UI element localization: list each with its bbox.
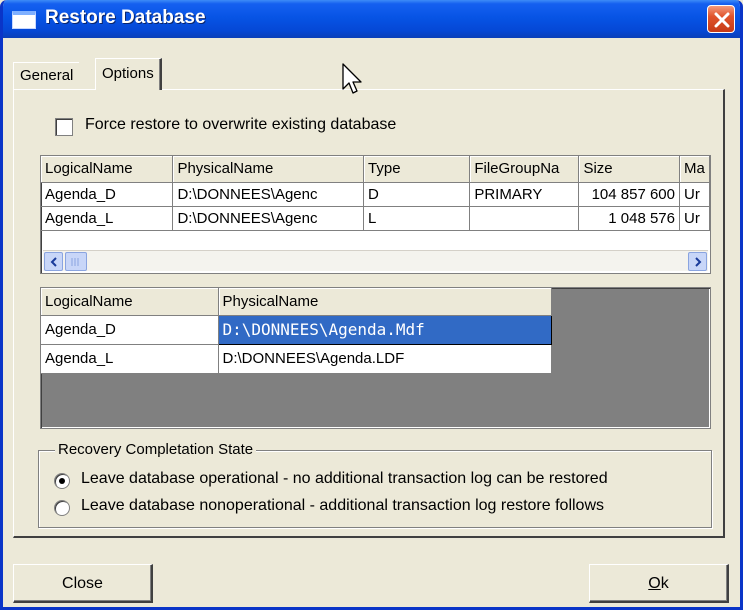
ok-hotkey-letter: O: [648, 575, 661, 592]
window-title: Restore Database: [45, 7, 206, 28]
tab-general[interactable]: General: [13, 62, 80, 89]
recovery-state-group: Recovery Completation State Leave databa…: [38, 441, 712, 528]
close-button[interactable]: Close: [13, 564, 153, 603]
horizontal-scrollbar[interactable]: [43, 250, 708, 271]
recovery-state-legend: Recovery Completation State: [55, 441, 257, 458]
arrow-left-icon: [50, 257, 57, 267]
force-restore-checkbox[interactable]: [55, 118, 73, 136]
table-cell[interactable]: L: [363, 206, 471, 231]
table-row[interactable]: Agenda_L D:\DONNEES\Agenda.LDF: [41, 344, 552, 374]
column-header[interactable]: PhysicalName: [218, 288, 552, 316]
scroll-left-button[interactable]: [44, 252, 63, 271]
table-cell[interactable]: Agenda_L: [41, 344, 219, 374]
table-row[interactable]: Agenda_L D:\DONNEES\Agenc L 1 048 576 Ur: [41, 206, 710, 231]
database-files-grid[interactable]: LogicalName PhysicalName Type FileGroupN…: [40, 155, 711, 274]
column-header[interactable]: FileGroupNa: [469, 156, 580, 183]
table-header-row: LogicalName PhysicalName: [41, 288, 552, 316]
radio-nonoperational-label: Leave database nonoperational - addition…: [81, 497, 605, 514]
table-cell[interactable]: Ur: [679, 206, 710, 231]
table-cell[interactable]: Agenda_D: [41, 182, 174, 207]
close-window-button[interactable]: [707, 5, 735, 33]
table-cell[interactable]: D:\DONNEES\Agenc: [172, 182, 365, 207]
table-cell[interactable]: Agenda_L: [41, 206, 174, 231]
column-header[interactable]: LogicalName: [41, 288, 219, 316]
column-header[interactable]: PhysicalName: [172, 156, 365, 183]
column-header[interactable]: Type: [363, 156, 471, 183]
table-cell[interactable]: D:\DONNEES\Agenda.LDF: [218, 344, 552, 374]
ok-button[interactable]: Ok: [589, 564, 729, 603]
physical-name-edit-cell[interactable]: D:\DONNEES\Agenda.Mdf: [217, 314, 552, 345]
radio-operational-label: Leave database operational - no addition…: [81, 470, 608, 487]
tab-options[interactable]: Options: [95, 58, 162, 90]
close-icon: [714, 12, 730, 28]
file-mapping-grid[interactable]: LogicalName PhysicalName Agenda_D D:\DON…: [40, 287, 711, 429]
table-cell[interactable]: 1 048 576: [578, 206, 680, 231]
force-restore-label: Force restore to overwrite existing data…: [85, 116, 397, 133]
window-icon: [12, 11, 36, 29]
table-header-row: LogicalName PhysicalName Type FileGroupN…: [41, 156, 710, 183]
database-files-table: LogicalName PhysicalName Type FileGroupN…: [41, 156, 710, 231]
radio-nonoperational[interactable]: [54, 500, 70, 516]
ok-label-rest: k: [660, 575, 669, 592]
grip-icon: [71, 258, 79, 266]
scrollbar-thumb[interactable]: [65, 252, 87, 271]
table-cell[interactable]: Ur: [679, 182, 710, 207]
column-header[interactable]: Ma: [679, 156, 710, 183]
table-row[interactable]: Agenda_D D:\DONNEES\Agenda.Mdf: [41, 314, 552, 345]
table-cell[interactable]: D:\DONNEES\Agenc: [172, 206, 365, 231]
table-cell[interactable]: D: [363, 182, 471, 207]
table-row[interactable]: Agenda_D D:\DONNEES\Agenc D PRIMARY 104 …: [41, 182, 710, 207]
column-header[interactable]: Size: [578, 156, 680, 183]
radio-operational[interactable]: [54, 473, 70, 489]
arrow-right-icon: [695, 257, 702, 267]
title-bar[interactable]: Restore Database: [3, 0, 740, 38]
mouse-pointer-icon: [342, 63, 362, 94]
table-cell[interactable]: PRIMARY: [469, 182, 580, 207]
scroll-right-button[interactable]: [688, 252, 707, 271]
table-cell[interactable]: Agenda_D: [41, 315, 219, 345]
column-header[interactable]: LogicalName: [41, 156, 174, 183]
file-mapping-table: LogicalName PhysicalName Agenda_D D:\DON…: [41, 288, 552, 374]
table-cell[interactable]: 104 857 600: [578, 182, 680, 207]
table-cell[interactable]: [469, 206, 580, 231]
